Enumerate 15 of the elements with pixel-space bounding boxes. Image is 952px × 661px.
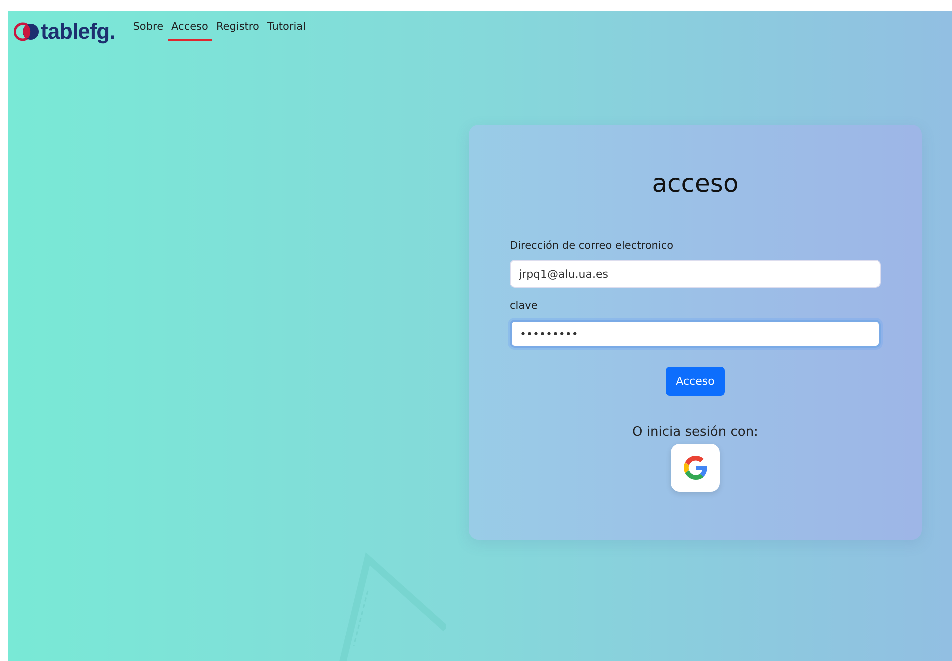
nav-link[interactable]: Acceso <box>168 21 212 41</box>
logo-icon <box>14 22 40 42</box>
google-login-button[interactable] <box>671 444 720 492</box>
input-field[interactable]: ••••••••• <box>510 320 881 348</box>
field-label: Dirección de correo electronico <box>510 240 674 252</box>
login-title: acceso <box>652 169 739 198</box>
input-field[interactable]: jrpq1@alu.ua.es <box>510 260 881 288</box>
nav-link[interactable]: Sobre <box>129 21 168 41</box>
nav-link[interactable]: Tutorial <box>263 21 310 41</box>
google-icon <box>684 456 708 480</box>
logo-text: tablefg. <box>41 19 116 45</box>
alt-login-text: O inicia sesión con: <box>632 425 758 440</box>
nav-link[interactable]: Registro <box>212 21 264 41</box>
field-label: clave <box>510 300 538 312</box>
login-button[interactable]: Acceso <box>666 367 725 396</box>
